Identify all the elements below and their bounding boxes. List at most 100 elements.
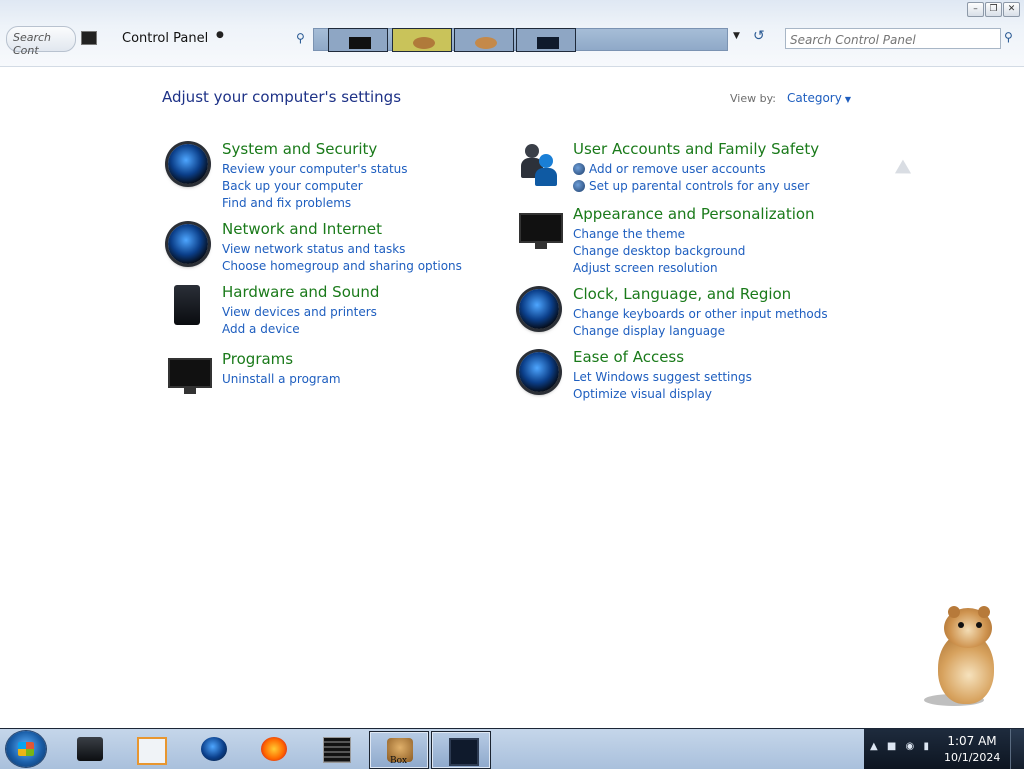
taskbar: Box ▲ ■ ◉ ▮ 1:07 AM 10/1/2024 (0, 728, 1024, 769)
shield-icon (573, 163, 585, 175)
clock-time[interactable]: 1:07 AM (944, 734, 1000, 748)
link-add-remove-accounts[interactable]: Add or remove user accounts (573, 161, 809, 178)
thumbnail-monitor-app[interactable] (516, 28, 576, 52)
monitor-shape (168, 358, 212, 394)
link-network-status[interactable]: View network status and tasks (222, 241, 462, 258)
show-desktop-button[interactable] (1010, 729, 1024, 769)
link-find-fix[interactable]: Find and fix problems (222, 195, 408, 212)
black-box-icon (77, 737, 103, 761)
orb-shape (168, 144, 208, 184)
category-links: Review your computer's status Back up yo… (222, 161, 408, 212)
list-icon (349, 37, 371, 49)
category-links: Uninstall a program (222, 371, 341, 388)
window-header: – ❐ ✕ Search Cont Control Panel ● ⚲ ▼ ↺ … (0, 0, 1024, 66)
taskbar-apps: Box (56, 729, 862, 769)
windows-logo-icon (18, 742, 34, 756)
link-keyboards[interactable]: Change keyboards or other input methods (573, 306, 828, 323)
taskbar-list-app[interactable] (306, 731, 364, 767)
back-forward-buttons[interactable]: Search Cont (6, 26, 76, 57)
hamster-desktop-pet[interactable] (924, 606, 1004, 706)
address-dropdown-icon[interactable]: ▼ (733, 31, 740, 41)
ease-of-access-icon[interactable] (515, 348, 563, 396)
taskbar-thumbnail-strip (313, 28, 728, 52)
link-review-status[interactable]: Review your computer's status (222, 161, 408, 178)
monitor-icon (449, 738, 479, 766)
category-title[interactable]: System and Security (222, 140, 377, 158)
system-tray: ▲ ■ ◉ ▮ 1:07 AM 10/1/2024 (864, 729, 1024, 769)
tower-shape (174, 285, 200, 325)
hamster-icon (413, 37, 435, 49)
category-title[interactable]: Ease of Access (573, 348, 684, 366)
link-parental-controls[interactable]: Set up parental controls for any user (573, 178, 809, 195)
orb-shape (519, 289, 559, 329)
link-desktop-background[interactable]: Change desktop background (573, 243, 745, 260)
system-security-icon[interactable] (164, 140, 212, 188)
link-optimize-display[interactable]: Optimize visual display (573, 386, 752, 403)
user-accounts-icon[interactable] (515, 140, 563, 188)
link-homegroup[interactable]: Choose homegroup and sharing options (222, 258, 462, 275)
window-controls: – ❐ ✕ (967, 2, 1020, 17)
hardware-sound-icon[interactable] (164, 283, 212, 331)
category-links: Add or remove user accounts Set up paren… (573, 161, 809, 195)
appearance-icon[interactable] (515, 205, 563, 253)
thumbnail-list-app[interactable] (328, 28, 388, 52)
list-icon (323, 737, 351, 763)
category-title[interactable]: User Accounts and Family Safety (573, 140, 819, 158)
refresh-icon[interactable]: ↺ (753, 28, 765, 44)
thumbnail-hamster[interactable] (454, 28, 514, 52)
page-title: Adjust your computer's settings (162, 88, 402, 106)
network-internet-icon[interactable] (164, 220, 212, 268)
search-control-panel-box[interactable] (785, 28, 1001, 49)
taskbar-media-player[interactable] (120, 731, 178, 767)
media-player-icon (137, 737, 167, 765)
category-links: Change the theme Change desktop backgrou… (573, 226, 745, 277)
search-input[interactable] (786, 31, 994, 49)
category-title[interactable]: Hardware and Sound (222, 283, 379, 301)
network-icon[interactable]: ◉ (906, 741, 915, 752)
link-change-theme[interactable]: Change the theme (573, 226, 745, 243)
close-button[interactable]: ✕ (1003, 2, 1020, 17)
volume-icon[interactable]: ▮ (923, 741, 929, 752)
search-icon[interactable]: ⚲ (1004, 30, 1013, 44)
category-links: Change keyboards or other input methods … (573, 306, 828, 340)
category-links: View network status and tasks Choose hom… (222, 241, 462, 275)
link-devices-printers[interactable]: View devices and printers (222, 304, 377, 321)
divider (0, 66, 1024, 67)
category-title[interactable]: Network and Internet (222, 220, 382, 238)
view-by-dropdown[interactable]: Category ▼ (787, 91, 851, 105)
category-title[interactable]: Clock, Language, and Region (573, 285, 791, 303)
breadcrumb-separator-icon[interactable]: ● (216, 30, 224, 40)
category-links: View devices and printers Add a device (222, 304, 377, 338)
minimize-button[interactable]: – (967, 2, 984, 17)
restore-button[interactable]: ❐ (985, 2, 1002, 17)
programs-icon[interactable] (164, 350, 212, 398)
taskbar-firefox[interactable] (244, 731, 302, 767)
magnifier-icon: ⚲ (296, 31, 305, 45)
taskbar-box-app[interactable]: Box (369, 731, 429, 769)
taskbar-monitor-app[interactable] (431, 731, 491, 769)
category-title[interactable]: Appearance and Personalization (573, 205, 815, 223)
control-panel-icon (81, 31, 97, 45)
link-display-language[interactable]: Change display language (573, 323, 828, 340)
start-button[interactable] (6, 731, 46, 767)
display-icon[interactable]: ■ (887, 741, 896, 752)
monitor-shape (519, 213, 563, 249)
category-title[interactable]: Programs (222, 350, 293, 368)
breadcrumb-control-panel[interactable]: Control Panel (122, 31, 208, 46)
monitor-icon (537, 37, 559, 49)
clock-date[interactable]: 10/1/2024 (944, 751, 1000, 764)
link-uninstall[interactable]: Uninstall a program (222, 371, 341, 388)
hamster-icon (475, 37, 497, 49)
taskbar-black-box-app[interactable] (60, 731, 118, 767)
shield-icon (573, 180, 585, 192)
view-by-label: View by: (730, 92, 776, 105)
taskbar-globe-app[interactable] (184, 731, 242, 767)
people-shape (521, 144, 557, 186)
link-screen-resolution[interactable]: Adjust screen resolution (573, 260, 745, 277)
show-hidden-icons-icon[interactable]: ▲ (870, 741, 878, 752)
link-add-device[interactable]: Add a device (222, 321, 377, 338)
link-back-up[interactable]: Back up your computer (222, 178, 408, 195)
thumbnail-box-app[interactable] (392, 28, 452, 52)
link-suggest-settings[interactable]: Let Windows suggest settings (573, 369, 752, 386)
clock-language-icon[interactable] (515, 285, 563, 333)
